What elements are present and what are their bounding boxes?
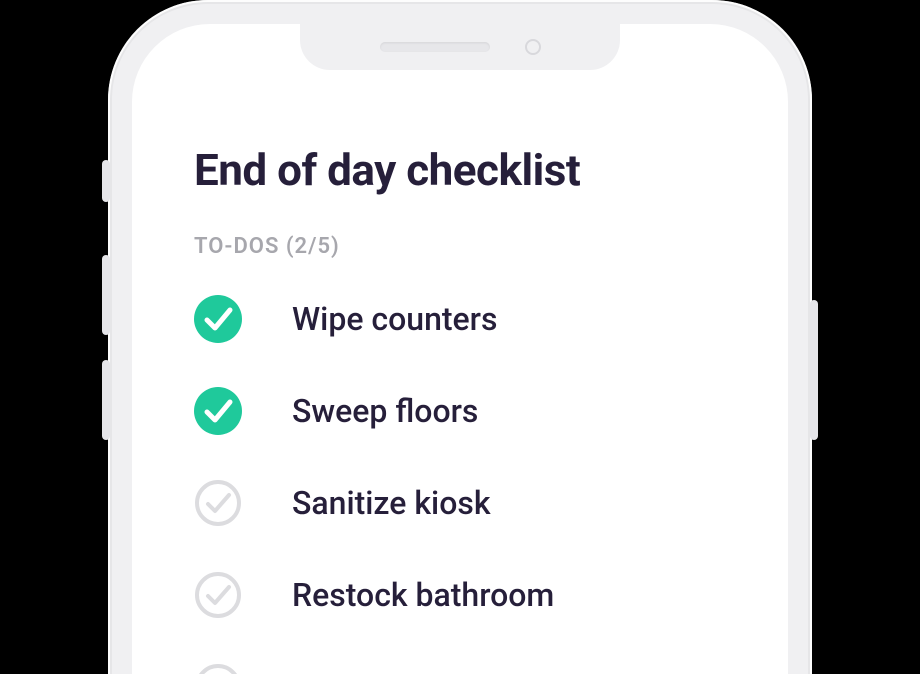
todo-list: Wipe counters Sweep floors Sanitize kios… [194,295,748,674]
todo-item-label: Sanitize kiosk [292,484,491,522]
checkmark-empty-icon[interactable] [194,479,242,527]
front-camera [525,39,541,55]
todo-item[interactable]: Sweep floors [194,387,748,435]
checkmark-empty-icon[interactable] [194,663,242,674]
todo-item[interactable]: Put out garbage [194,663,748,674]
checkmark-done-icon[interactable] [194,295,242,343]
phone-side-button [810,300,818,440]
stage: End of day checklist TO-DOS (2/5) Wipe c… [0,0,920,674]
page-title: End of day checklist [194,144,748,196]
todo-item-label: Restock bathroom [292,576,554,614]
checklist-screen: End of day checklist TO-DOS (2/5) Wipe c… [194,144,748,674]
phone-notch [300,24,620,70]
phone-side-button [102,255,110,335]
todo-item[interactable]: Restock bathroom [194,571,748,619]
todo-item[interactable]: Sanitize kiosk [194,479,748,527]
checkmark-done-icon[interactable] [194,387,242,435]
phone-device-frame: End of day checklist TO-DOS (2/5) Wipe c… [108,0,812,674]
todo-item[interactable]: Wipe counters [194,295,748,343]
todo-item-label: Put out garbage [292,668,521,674]
phone-side-button [102,360,110,440]
todo-item-label: Sweep floors [292,392,478,430]
todo-item-label: Wipe counters [292,300,497,338]
phone-screen: End of day checklist TO-DOS (2/5) Wipe c… [132,24,788,674]
speaker-grille [380,42,490,52]
section-header-todos: TO-DOS (2/5) [194,234,748,259]
checkmark-empty-icon[interactable] [194,571,242,619]
phone-side-button [102,160,110,202]
